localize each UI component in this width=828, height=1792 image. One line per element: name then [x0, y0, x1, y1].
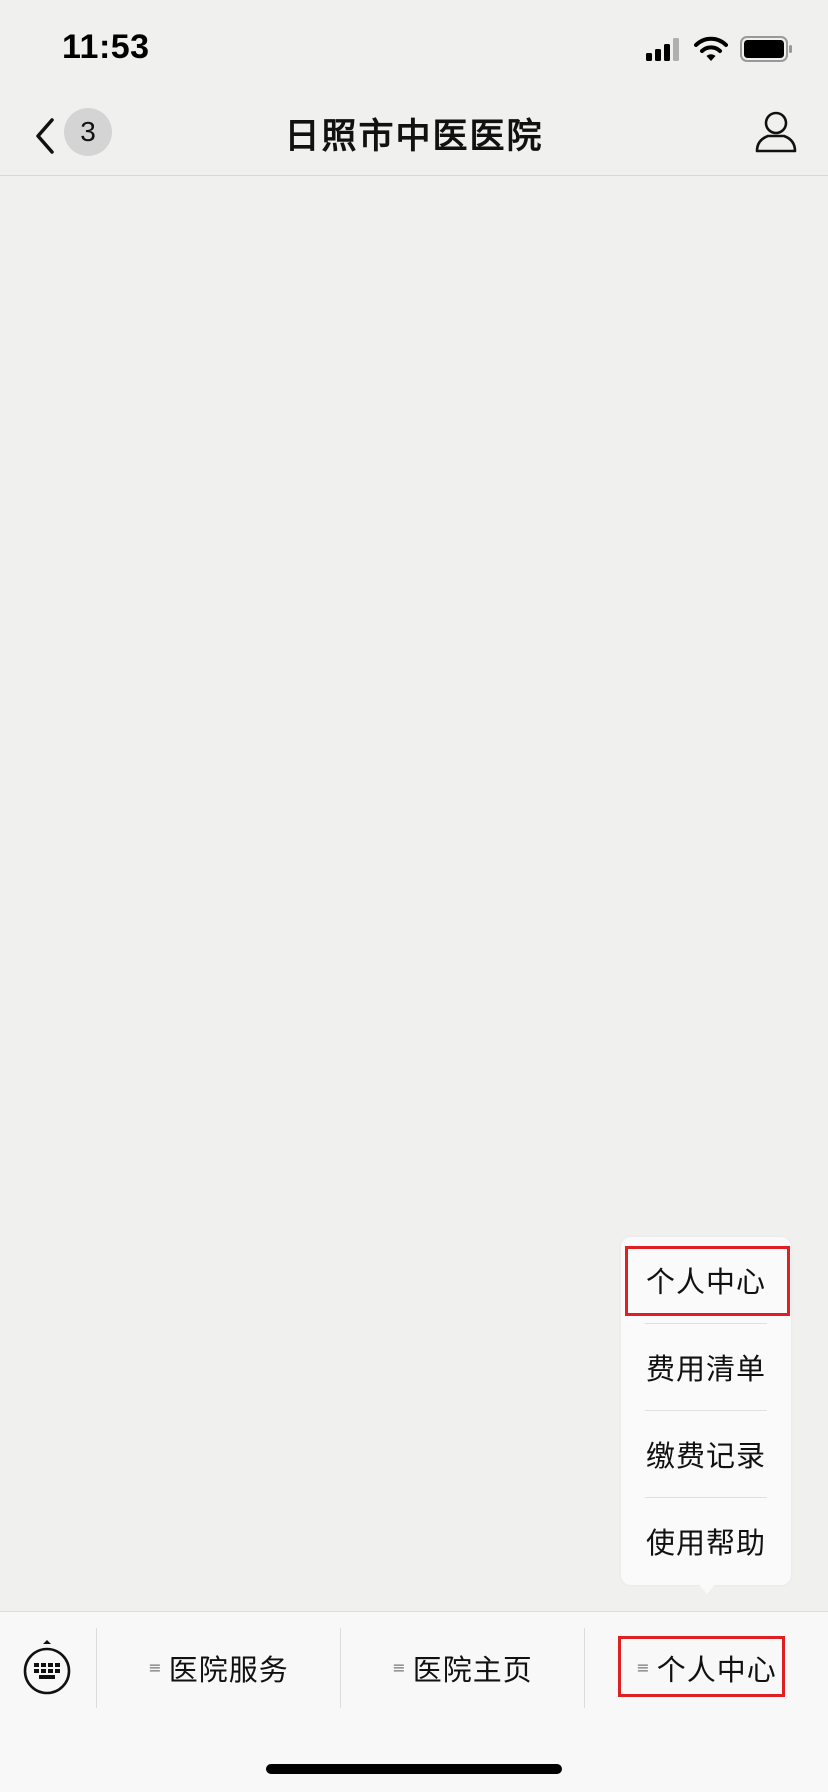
signal-icon [646, 38, 679, 61]
menu-lines-icon: ≡ [148, 1658, 163, 1677]
menu-lines-icon: ≡ [392, 1658, 407, 1677]
keyboard-icon[interactable] [22, 1638, 72, 1696]
wifi-icon [694, 36, 728, 61]
submenu-item-personal-center[interactable]: 个人中心 [645, 1237, 767, 1323]
submenu-popup-arrow [697, 1582, 717, 1594]
submenu-popup: 个人中心 费用清单 缴费记录 使用帮助 [621, 1237, 791, 1585]
menu-tab-hospital-services[interactable]: ≡ 医院服务 [97, 1628, 340, 1708]
submenu-item-payment-records[interactable]: 缴费记录 [645, 1411, 767, 1497]
home-indicator[interactable] [266, 1764, 562, 1774]
submenu-item-fee-list[interactable]: 费用清单 [645, 1324, 767, 1410]
status-icons [646, 34, 794, 64]
submenu-item-help[interactable]: 使用帮助 [645, 1498, 767, 1584]
page-title: 日照市中医医院 [284, 117, 544, 157]
menu-tab-label: 医院主页 [412, 1653, 533, 1687]
status-bar: 11:53 [0, 0, 828, 96]
battery-icon [740, 36, 792, 62]
menu-tab-label: 个人中心 [656, 1653, 777, 1687]
person-outline-icon[interactable] [754, 110, 798, 154]
nav-bar: 3 日照市中医医院 [0, 96, 828, 176]
status-time: 11:53 [62, 28, 150, 66]
menu-tab-hospital-home[interactable]: ≡ 医院主页 [341, 1628, 584, 1708]
menu-lines-icon: ≡ [636, 1658, 651, 1677]
menu-tab-personal-center[interactable]: ≡ 个人中心 [585, 1628, 828, 1708]
menu-tab-label: 医院服务 [168, 1653, 289, 1687]
screen: 11:53 3 日照市中医医院 个人中心 费用清单 缴费记录 使用帮助 ≡ 医院… [0, 0, 828, 1792]
